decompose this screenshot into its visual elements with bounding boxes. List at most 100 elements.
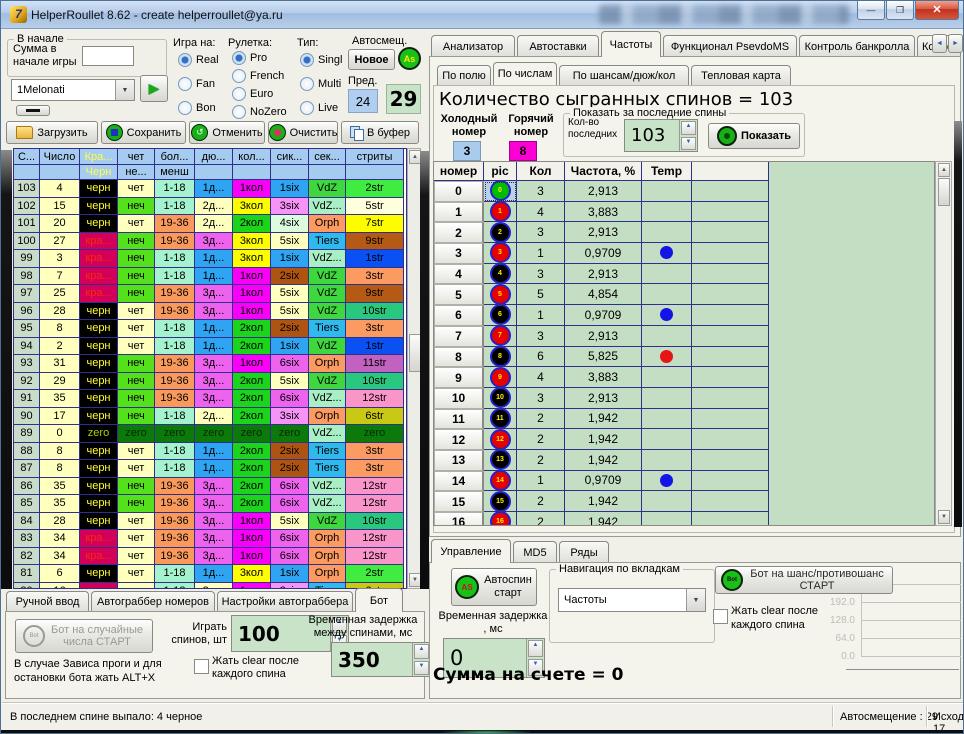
table-row[interactable]: 10215черннеч1-182д...3кол3sixVdZ...5str	[14, 198, 406, 216]
number-pic-cell[interactable]: 6	[484, 305, 517, 326]
column-header[interactable]: Частота, %	[565, 162, 642, 181]
column-header[interactable]	[346, 165, 404, 180]
number-cell[interactable]: 0	[434, 181, 484, 202]
number-pic-cell[interactable]: 9	[484, 367, 517, 388]
column-header[interactable]	[692, 162, 769, 181]
number-cell[interactable]: 9	[434, 367, 484, 388]
freq-row[interactable]: 0032,913	[434, 181, 934, 202]
as-badge-icon[interactable]: As	[398, 47, 421, 70]
column-header[interactable]: бол...	[155, 149, 195, 165]
scroll-down-icon[interactable]: ▼	[938, 510, 950, 524]
column-header[interactable]: менш	[155, 165, 195, 180]
number-cell[interactable]: 5	[434, 284, 484, 305]
clear-after-spin-checkbox[interactable]	[194, 659, 209, 679]
freq-row[interactable]: 8865,825	[434, 347, 934, 368]
table-row[interactable]: 9229черннеч19-363д...2кол5sixVdZ10str	[14, 373, 406, 391]
freq-row[interactable]: 151521,942	[434, 491, 934, 512]
table-row[interactable]: 8234кра...чет19-363д...1кол6sixOrph12str	[14, 548, 406, 566]
table-row[interactable]: 8535черннеч19-363д...2кол6sixVdZ...12str	[14, 495, 406, 513]
table-row[interactable]: 8334кра...чет19-363д...1кол6sixOrph12str	[14, 530, 406, 548]
tab-by-field[interactable]: По полю	[437, 65, 491, 85]
freq-row[interactable]: 4432,913	[434, 264, 934, 285]
clear-after-spin-checkbox-right[interactable]	[713, 609, 728, 629]
column-header[interactable]: чет	[118, 149, 155, 165]
freq-row[interactable]: 111121,942	[434, 409, 934, 430]
bot-random-start-button[interactable]: Bot Бот на случайные числа СТАРТ	[15, 619, 153, 653]
number-cell[interactable]: 8	[434, 347, 484, 368]
history-table-scrollbar[interactable]: ▲ ▼	[407, 148, 421, 589]
number-pic-cell[interactable]: 2	[484, 222, 517, 243]
tab-psevdoms[interactable]: Функционал PsevdoMS	[663, 35, 797, 57]
number-cell[interactable]: 7	[434, 326, 484, 347]
table-row[interactable]: 9725кра...неч19-363д...1кол5sixVdZ9str	[14, 285, 406, 303]
tab-frequencies[interactable]: Частоты	[601, 31, 661, 57]
close-button[interactable]: ✕	[915, 1, 959, 20]
tab-bot[interactable]: Бот	[355, 588, 403, 612]
scrollbar-thumb[interactable]	[938, 178, 950, 206]
table-row[interactable]: 958чернчет1-181д...2кол2sixTiers3str	[14, 320, 406, 338]
dash-button[interactable]	[16, 105, 50, 116]
number-cell[interactable]: 16	[434, 512, 484, 526]
number-cell[interactable]: 12	[434, 429, 484, 450]
column-header[interactable]: pic	[484, 162, 517, 181]
chevron-down-icon[interactable]: ▼	[115, 80, 134, 100]
radio-euro[interactable]: Euro	[232, 87, 273, 101]
radio-live[interactable]: Live	[300, 101, 338, 115]
tab-autograbber[interactable]: Автограббер номеров	[91, 591, 215, 612]
number-cell[interactable]: 10	[434, 388, 484, 409]
table-row[interactable]: 878чернчет1-181д...2кол2sixTiers3str	[14, 460, 406, 478]
number-cell[interactable]: 13	[434, 450, 484, 471]
column-header[interactable]	[309, 165, 346, 180]
clear-button[interactable]: Очистить	[268, 121, 338, 144]
radio-pro[interactable]: Pro	[232, 51, 267, 65]
number-pic-cell[interactable]: 7	[484, 326, 517, 347]
undo-button[interactable]: ↺ Отменить	[189, 121, 265, 144]
column-header[interactable]	[195, 165, 233, 180]
column-header[interactable]	[271, 165, 309, 180]
freq-row[interactable]: 161621,942	[434, 512, 934, 526]
tab-grabber-settings[interactable]: Настройки автограббера	[217, 591, 353, 612]
tab-by-chances[interactable]: По шансам/дюж/кол	[559, 65, 689, 85]
freq-row[interactable]: 6610,9709	[434, 305, 934, 326]
number-pic-cell[interactable]: 8	[484, 347, 517, 368]
number-pic-cell[interactable]: 10	[484, 388, 517, 409]
number-pic-cell[interactable]: 5	[484, 284, 517, 305]
number-cell[interactable]: 2	[434, 222, 484, 243]
column-header[interactable]: Черн	[80, 165, 118, 180]
column-header[interactable]: Число	[40, 149, 80, 165]
save-button[interactable]: Сохранить	[101, 121, 186, 144]
load-button[interactable]: Загрузить	[6, 121, 98, 144]
table-row[interactable]: 10120чернчет19-362д...2кол4sixOrph7str	[14, 215, 406, 233]
spin-down-icon[interactable]: ▼	[414, 661, 429, 676]
column-header[interactable]: Temp	[642, 162, 692, 181]
profile-combo[interactable]: 1Melonati ▼	[11, 79, 135, 101]
table-row[interactable]: 9135черннеч19-363д...2кол6sixVdZ...12str	[14, 390, 406, 408]
tab-manual-input[interactable]: Ручной ввод	[6, 591, 89, 612]
freq-row[interactable]: 5554,854	[434, 284, 934, 305]
freq-row[interactable]: 121221,942	[434, 429, 934, 450]
number-cell[interactable]: 11	[434, 409, 484, 430]
freq-row[interactable]: 7732,913	[434, 326, 934, 347]
number-pic-cell[interactable]: 3	[484, 243, 517, 264]
radio-real[interactable]: Real	[178, 53, 219, 67]
spin-delay-stepper[interactable]: 350 ▲▼	[331, 642, 431, 677]
frequency-table-scrollbar[interactable]: ▲ ▼	[935, 161, 952, 526]
radio-singl[interactable]: Singl	[300, 53, 342, 67]
title-bar[interactable]: 7 HelperRoullet 8.62 - create helperroul…	[1, 1, 964, 29]
number-pic-cell[interactable]: 16	[484, 512, 517, 526]
number-cell[interactable]: 14	[434, 471, 484, 492]
column-header[interactable]	[40, 165, 80, 180]
column-header[interactable]: сик...	[271, 149, 309, 165]
number-cell[interactable]: 1	[434, 202, 484, 223]
column-header[interactable]	[233, 165, 271, 180]
column-header[interactable]: кол...	[233, 149, 271, 165]
tab-rows[interactable]: Ряды	[559, 541, 609, 563]
table-row[interactable]: 9628чернчет19-363д...1кол5sixVdZ10str	[14, 303, 406, 321]
minimize-button[interactable]: —	[857, 1, 885, 20]
copy-button[interactable]: В буфер	[341, 121, 419, 144]
number-pic-cell[interactable]: 1	[484, 202, 517, 223]
tab-by-numbers[interactable]: По числам	[493, 62, 557, 85]
column-header[interactable]: номер	[434, 162, 484, 181]
new-button[interactable]: Новое	[348, 49, 395, 70]
tab-scroll-left-icon[interactable]: ◄	[932, 34, 947, 53]
